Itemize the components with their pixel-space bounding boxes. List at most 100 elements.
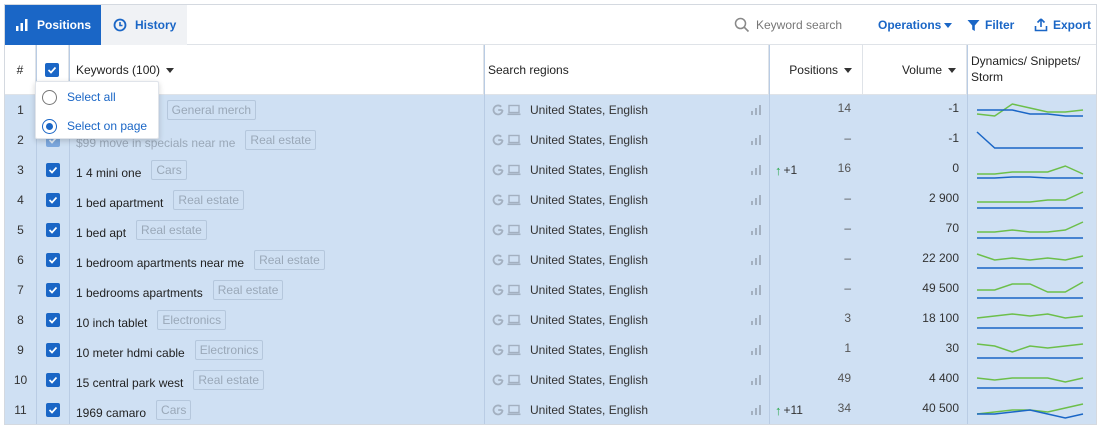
row-checkbox[interactable]: [45, 283, 60, 297]
table-row[interactable]: 7 1 bedrooms apartments Real estate Unit…: [5, 275, 1096, 305]
keyword-tag[interactable]: Real estate: [254, 250, 325, 270]
table-row[interactable]: 2 $99 move in specials near me Real esta…: [5, 125, 1096, 155]
dynamics-cell[interactable]: [975, 335, 1087, 365]
keyword-tag[interactable]: Real estate: [193, 370, 265, 390]
column-volume[interactable]: Volume: [863, 45, 967, 95]
row-checkbox[interactable]: [45, 373, 60, 387]
dynamics-cell[interactable]: [975, 185, 1087, 215]
row-checkbox[interactable]: [45, 253, 60, 267]
keyword-tag[interactable]: Real estate: [173, 190, 245, 210]
dynamics-cell[interactable]: [975, 305, 1087, 335]
position-delta-cell: [775, 335, 815, 365]
table-row[interactable]: 11 1969 camaro Cars United States, Engli…: [5, 395, 1096, 424]
bar-chart-icon[interactable]: [750, 194, 762, 206]
keyword-search[interactable]: Keyword search: [734, 16, 842, 34]
radio-button[interactable]: [42, 118, 57, 134]
keyword-tag[interactable]: Electronics: [157, 310, 227, 330]
desktop-icon: [507, 254, 521, 266]
bar-chart-icon[interactable]: [750, 284, 762, 296]
export-button[interactable]: Export: [1034, 16, 1091, 34]
bar-chart-icon[interactable]: [750, 224, 762, 236]
table-row[interactable]: 1 er General merch United States, Englis…: [5, 95, 1096, 125]
select-all-checkbox[interactable]: [45, 63, 59, 77]
keyword-tag[interactable]: Cars: [156, 400, 192, 420]
table-row[interactable]: 9 10 meter hdmi cable Electronics United…: [5, 335, 1096, 365]
keyword-text[interactable]: 1 bed apt: [76, 220, 126, 240]
dynamics-header-line1: Dynamics/ Snippets/: [971, 54, 1081, 68]
dynamics-cell[interactable]: [975, 365, 1087, 395]
table-row[interactable]: 3 1 4 mini one Cars United States, Engli…: [5, 155, 1096, 185]
position-cell: –: [815, 215, 851, 245]
region-text: United States, English: [530, 313, 649, 327]
table-row[interactable]: 6 1 bedroom apartments near me Real esta…: [5, 245, 1096, 275]
table-header: # Keywords (100) Search regions Position…: [5, 45, 1096, 95]
bar-chart-icon[interactable]: [750, 374, 762, 386]
bar-chart-icon[interactable]: [750, 404, 762, 416]
export-label: Export: [1053, 18, 1092, 32]
chevron-down-icon: [166, 67, 175, 73]
select-on-page-option[interactable]: Select on page: [36, 112, 160, 140]
trend-sparkline: [977, 165, 1084, 179]
keyword-text[interactable]: 1969 camaro: [76, 400, 146, 420]
keyword-tag[interactable]: Real estate: [212, 280, 284, 300]
trend-sparkline: [976, 131, 1083, 149]
radio-button[interactable]: [42, 89, 57, 105]
keyword-cell: 1 bedrooms apartments Real estate: [76, 275, 476, 305]
column-positions[interactable]: Positions: [769, 45, 863, 95]
dynamics-cell[interactable]: [975, 95, 1087, 125]
google-icon: [492, 194, 504, 206]
keyword-tag[interactable]: General merch: [166, 100, 257, 120]
keyword-text[interactable]: 15 central park west: [76, 370, 183, 390]
position-value: 34: [837, 401, 851, 415]
keyword-text[interactable]: 1 bedrooms apartments: [76, 280, 203, 300]
row-checkbox[interactable]: [45, 313, 60, 327]
row-checkbox[interactable]: [45, 163, 60, 177]
filter-button[interactable]: Filter: [967, 16, 1014, 34]
tab-history[interactable]: History: [101, 5, 187, 45]
operations-button[interactable]: Operations: [878, 16, 953, 34]
row-number: 4: [17, 193, 24, 207]
table-row[interactable]: 10 15 central park west Real estate Unit…: [5, 365, 1096, 395]
keyword-tag[interactable]: Real estate: [245, 130, 317, 150]
row-checkbox[interactable]: [45, 193, 60, 207]
row-select-cell: [36, 245, 69, 275]
table-row[interactable]: 5 1 bed apt Real estate United States, E…: [5, 215, 1096, 245]
region-cell: United States, English: [492, 125, 762, 155]
table-row[interactable]: 4 1 bed apartment Real estate United Sta…: [5, 185, 1096, 215]
row-number-cell: 10: [5, 365, 36, 395]
position-cell: –: [815, 185, 851, 215]
keyword-tag[interactable]: Electronics: [194, 340, 264, 360]
bar-chart-icon[interactable]: [750, 164, 762, 176]
dynamics-cell[interactable]: [975, 395, 1087, 424]
dynamics-cell[interactable]: [975, 275, 1087, 305]
keyword-tag[interactable]: Cars: [151, 160, 187, 180]
region-cell: United States, English: [492, 305, 762, 335]
volume-cell: 0: [863, 155, 959, 185]
desktop-icon: [507, 404, 521, 416]
row-checkbox[interactable]: [45, 403, 60, 417]
dynamics-cell[interactable]: [975, 125, 1087, 155]
dynamics-cell[interactable]: [975, 245, 1087, 275]
keyword-text[interactable]: 10 inch tablet: [76, 310, 147, 330]
trend-sparkline: [977, 281, 1084, 299]
keyword-text[interactable]: 1 4 mini one: [76, 160, 141, 180]
keyword-text[interactable]: 10 meter hdmi cable: [76, 340, 185, 360]
trend-line-green: [977, 165, 1084, 175]
row-checkbox[interactable]: [45, 343, 60, 357]
row-checkbox[interactable]: [45, 223, 60, 237]
table-row[interactable]: 8 10 inch tablet Electronics United Stat…: [5, 305, 1096, 335]
keyword-tag[interactable]: Real estate: [136, 220, 207, 240]
bar-chart-icon[interactable]: [750, 254, 762, 266]
bar-chart-icon[interactable]: [750, 104, 762, 116]
keyword-text[interactable]: 1 bed apartment: [76, 190, 163, 210]
bar-chart-icon[interactable]: [750, 344, 762, 356]
check-icon: [47, 66, 57, 74]
position-delta-cell: [775, 365, 815, 395]
dynamics-cell[interactable]: [975, 215, 1087, 245]
bar-chart-icon[interactable]: [750, 314, 762, 326]
keyword-text[interactable]: 1 bedroom apartments near me: [76, 250, 244, 270]
bar-chart-icon[interactable]: [750, 134, 762, 146]
dynamics-cell[interactable]: [975, 155, 1087, 185]
tab-positions[interactable]: Positions: [5, 5, 101, 45]
select-all-option[interactable]: Select all: [36, 83, 160, 111]
